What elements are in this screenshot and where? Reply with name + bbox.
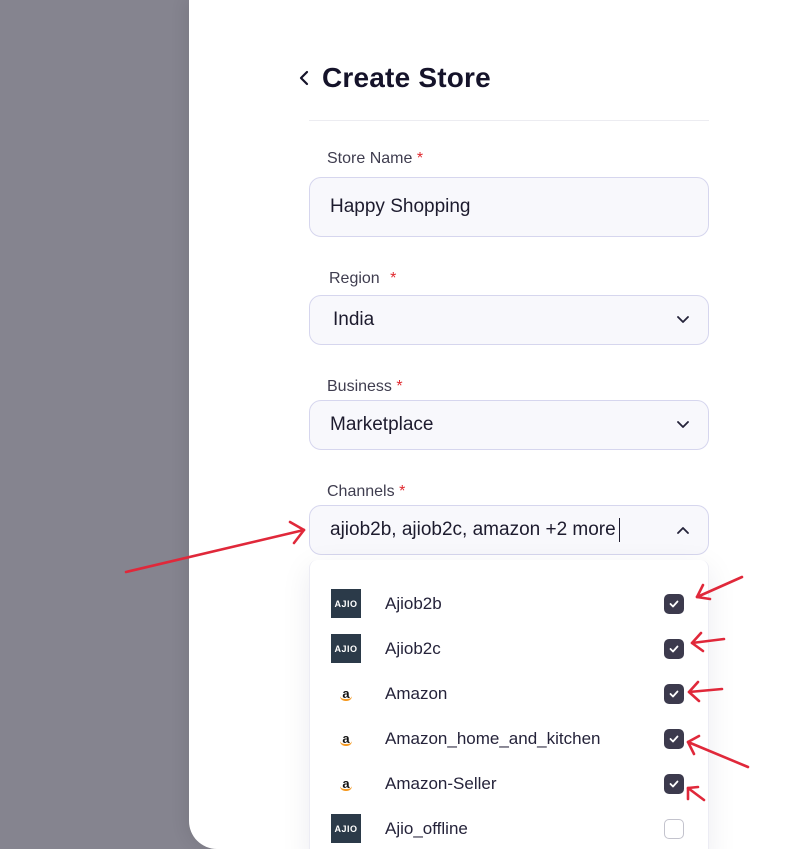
channel-option-label: Amazon — [385, 683, 448, 703]
checkbox-checked[interactable] — [664, 728, 684, 749]
check-icon — [669, 600, 679, 607]
channel-option-ajiob2b[interactable]: AJIO Ajiob2b — [310, 581, 710, 626]
page-title: Create Store — [322, 62, 491, 93]
channel-option-label: Amazon_home_and_kitchen — [385, 728, 601, 748]
chevron-down-icon — [676, 313, 690, 327]
channel-option-amazon[interactable]: a Amazon — [310, 671, 710, 716]
store-name-value: Happy Shopping — [330, 196, 471, 217]
store-name-label-text: Store Name — [327, 150, 413, 167]
amazon-smile-icon — [340, 786, 352, 791]
store-name-input[interactable]: Happy Shopping — [309, 177, 709, 237]
channels-multiselect[interactable]: ajiob2b, ajiob2c, amazon +2 more — [309, 505, 709, 555]
chevron-down-icon — [676, 418, 690, 432]
chevron-up-icon — [676, 523, 690, 537]
check-icon — [669, 735, 679, 742]
amazon-logo: a — [331, 769, 361, 798]
check-icon — [669, 780, 679, 787]
text-caret — [618, 518, 620, 542]
required-marker: * — [390, 270, 397, 287]
store-name-label: Store Name * — [327, 150, 423, 168]
region-label-text: Region — [329, 270, 380, 287]
channel-option-ajiob2c[interactable]: AJIO Ajiob2c — [310, 626, 710, 671]
page-header: Create Store — [296, 58, 491, 98]
channel-option-amazon-seller[interactable]: a Amazon-Seller — [310, 761, 710, 806]
ajio-logo: AJIO — [331, 589, 361, 618]
region-select[interactable]: India — [309, 295, 709, 345]
required-marker: * — [399, 483, 406, 500]
checkbox-checked[interactable] — [664, 683, 684, 704]
chevron-left-icon — [299, 70, 309, 86]
check-icon — [669, 645, 679, 652]
ajio-logo: AJIO — [331, 634, 361, 663]
channels-dropdown: AJIO Ajiob2b AJIO Ajiob2c a Amazon a Ama… — [309, 560, 709, 849]
checkbox-checked[interactable] — [664, 593, 684, 614]
channel-option-ajio-offline[interactable]: AJIO Ajio_offline — [310, 806, 710, 849]
business-value: Marketplace — [330, 414, 434, 435]
channel-option-label: Amazon-Seller — [385, 773, 497, 793]
required-marker: * — [416, 150, 424, 167]
checkbox-checked[interactable] — [664, 773, 684, 794]
channels-label: Channels * — [327, 483, 405, 501]
channel-option-label: Ajio_offline — [385, 818, 468, 838]
checkbox-checked[interactable] — [664, 638, 684, 659]
region-value: India — [333, 309, 375, 330]
amazon-logo: a — [331, 679, 361, 708]
channels-value: ajiob2b, ajiob2c, amazon +2 more — [330, 519, 616, 540]
channels-label-text: Channels — [327, 483, 395, 500]
business-label: Business * — [327, 378, 403, 396]
channel-option-label: Ajiob2b — [385, 593, 442, 613]
ajio-logo: AJIO — [331, 814, 361, 843]
back-button[interactable] — [296, 58, 312, 98]
amazon-smile-icon — [340, 696, 352, 701]
channel-option-label: Ajiob2c — [385, 638, 441, 658]
channel-option-amazon-home-and-kitchen[interactable]: a Amazon_home_and_kitchen — [310, 716, 710, 761]
business-select[interactable]: Marketplace — [309, 400, 709, 450]
business-label-text: Business — [327, 378, 392, 395]
header-divider — [309, 120, 709, 121]
checkbox-unchecked[interactable] — [664, 818, 684, 839]
check-icon — [669, 690, 679, 697]
amazon-logo: a — [331, 724, 361, 753]
region-label: Region * — [329, 270, 396, 288]
amazon-smile-icon — [340, 741, 352, 746]
required-marker: * — [396, 378, 403, 395]
